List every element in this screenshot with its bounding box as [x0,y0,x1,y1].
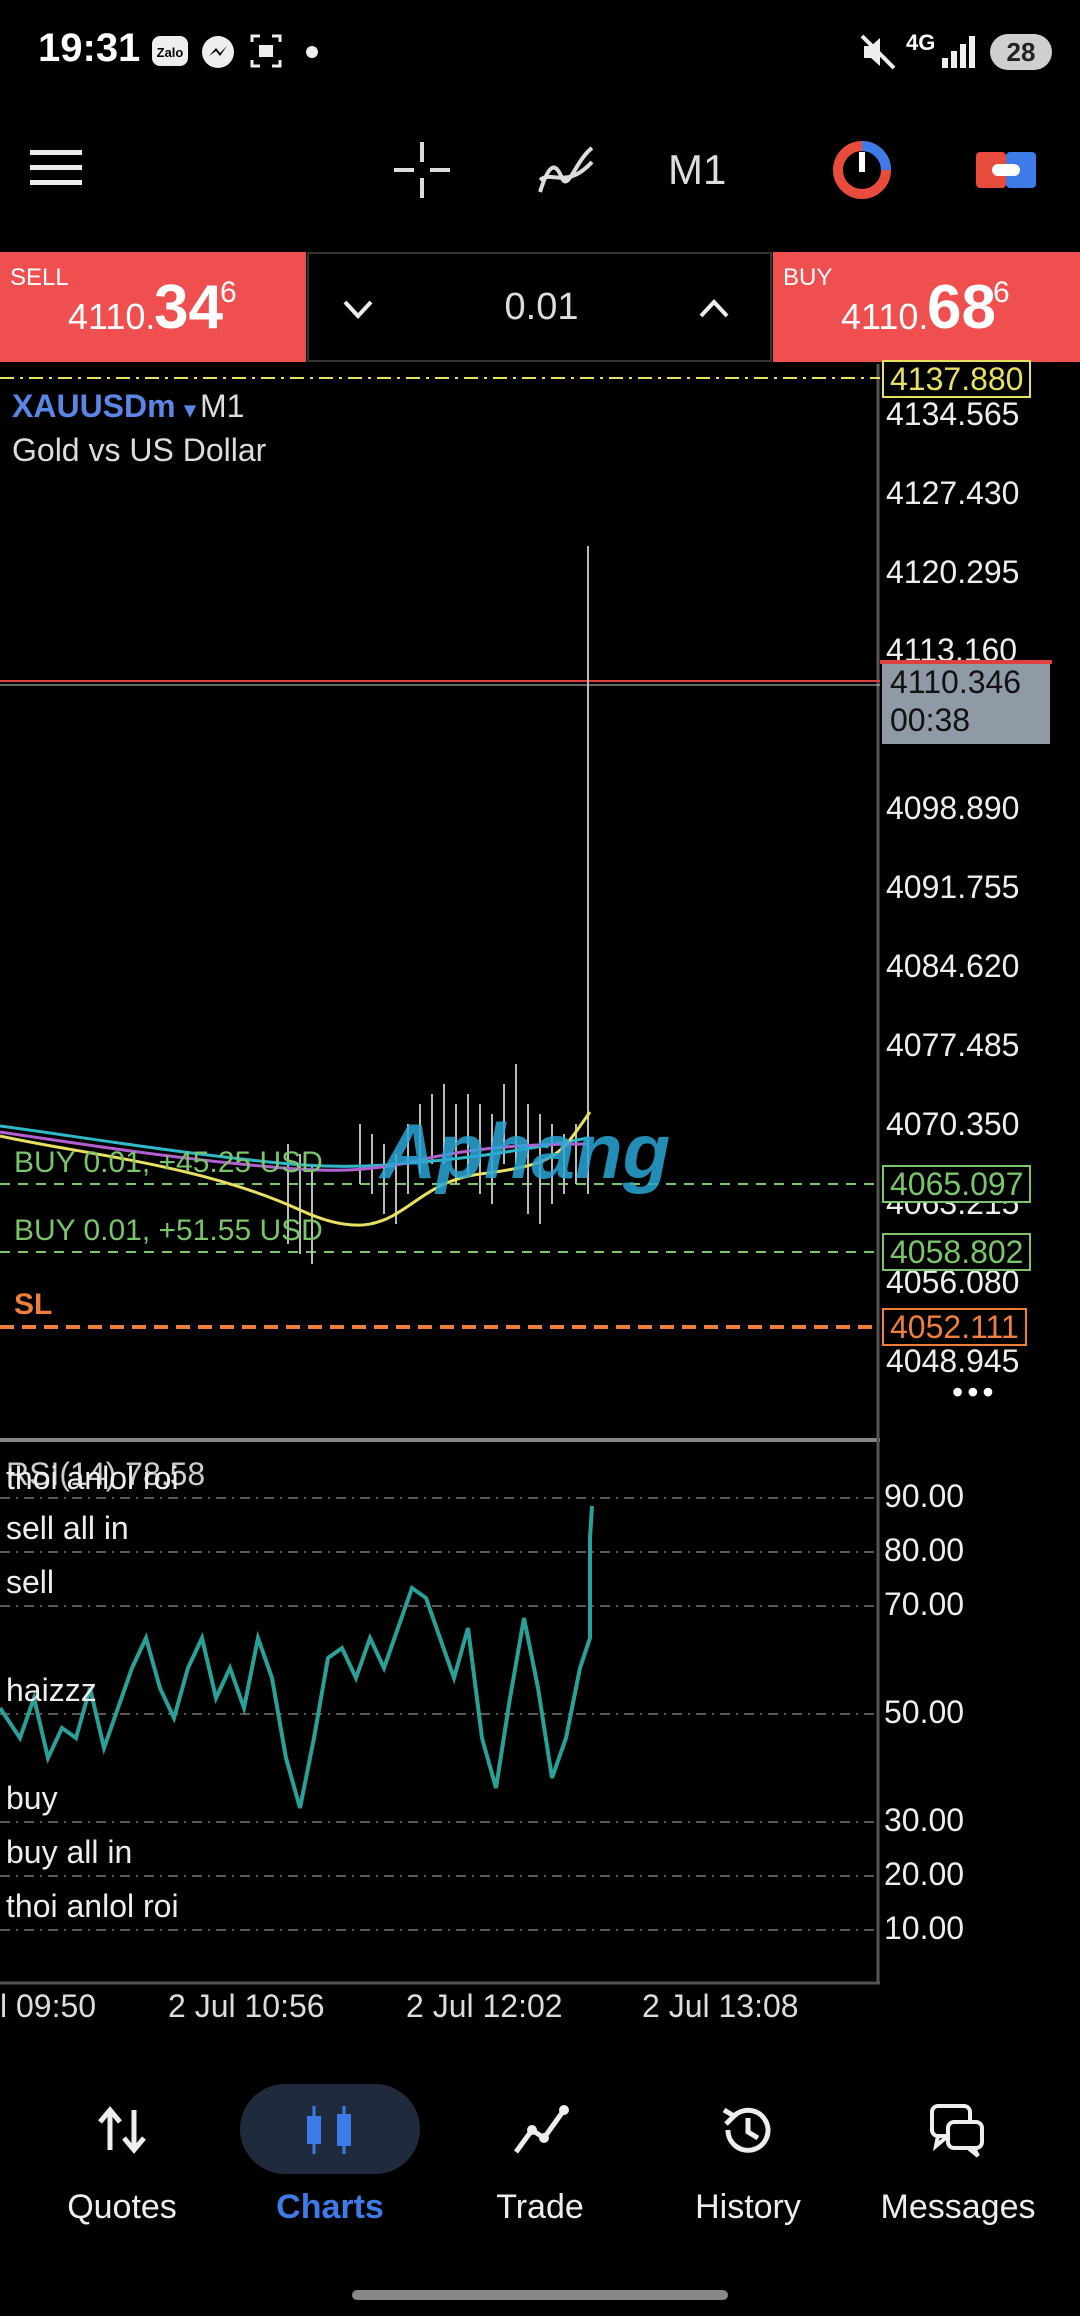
candles-icon [300,2100,360,2160]
nav-label: Quotes [67,2188,177,2226]
main-chart[interactable]: Aphang XAUUSDm ▾ M1 Gold vs US Dollar 41… [0,360,1080,1444]
stop-loss-tag: 4052.111 [882,1308,1027,1346]
nav-messages[interactable]: Messages [850,2060,1066,2250]
rsi-panel[interactable]: RSI(14) 78.58 thoi anlol roi sell all in… [0,1438,1080,1988]
symbol-name[interactable]: XAUUSDm ▾ [12,388,196,425]
rsi-level-tick: 20.00 [884,1856,965,1892]
symbol-caret-icon: ▾ [184,397,196,422]
price-tick: 4084.620 [886,948,1020,984]
price-tick: 4134.565 [886,396,1020,432]
buy-price-sup: 6 [993,276,1010,309]
status-time: 19:31 [38,26,141,70]
nav-charts[interactable]: Charts [222,2060,438,2250]
home-indicator[interactable] [352,2290,728,2300]
lot-size-panel: 0.01 [307,252,772,362]
order-price-tag: 4058.802 [882,1233,1032,1271]
nav-trade[interactable]: Trade [432,2060,648,2250]
price-tick: 4120.295 [886,554,1020,590]
rsi-note: thoi anlol roi [6,1460,179,1496]
time-tick: 2 Jul 10:56 [168,1988,325,2024]
time-tick: l 09:50 [0,1988,97,2024]
nav-history[interactable]: History [640,2060,856,2250]
messages-icon [928,2100,988,2160]
nav-label: Charts [276,2188,384,2226]
timeframe-button[interactable]: M1 [668,146,726,194]
rsi-note: thoi anlol roi [6,1888,179,1924]
symbol-timeframe: M1 [200,388,245,424]
order-label[interactable]: BUY 0.01, +45.25 USD [14,1146,323,1180]
nav-label: History [695,2188,801,2226]
rsi-level-tick: 10.00 [884,1910,965,1946]
crosshair-icon[interactable] [392,140,452,200]
price-tick: 4127.430 [886,475,1020,511]
rsi-note: sell [6,1564,55,1600]
order-price-tag: 4065.097 [882,1165,1032,1203]
sell-price-main: 4110. [68,296,156,337]
price-marker [880,660,1052,664]
rsi-level-tick: 90.00 [884,1478,965,1514]
history-icon [718,2100,778,2160]
price-tick: 4070.350 [886,1106,1020,1142]
symbol-description: Gold vs US Dollar [12,432,267,468]
screenshot-icon [246,30,286,74]
price-tick: 4091.755 [886,869,1020,905]
one-click-trading-icon[interactable] [830,138,894,202]
trade-toggle-icon[interactable] [976,146,1036,194]
signal-icon [940,30,980,74]
time-tick: 2 Jul 13:08 [642,1988,799,2024]
watermark-text: Aphang [378,1107,670,1195]
rsi-note: sell all in [6,1510,129,1546]
battery-indicator: 28 [990,34,1052,70]
rsi-note: haizzz [6,1672,97,1708]
arrows-updown-icon [92,2100,152,2160]
menu-icon[interactable] [30,146,82,190]
status-bar: 19:31 Zalo 4G 28 [0,0,1080,110]
sell-label: SELL [10,264,69,291]
zalo-notification-icon: Zalo [150,30,190,74]
trend-icon [510,2100,570,2160]
sell-button[interactable]: SELL 4110. 34 6 [0,252,306,362]
order-label[interactable]: BUY 0.01, +51.55 USD [14,1214,323,1248]
bar-countdown: 00:38 [890,702,971,738]
price-tick: 4077.485 [886,1027,1020,1063]
stop-loss-label[interactable]: SL [14,1288,52,1322]
rsi-level-tick: 70.00 [884,1586,965,1622]
symbol-ticker: XAUUSDm [12,388,176,424]
rsi-level-tick: 30.00 [884,1802,965,1838]
buy-button[interactable]: BUY 4110. 68 6 [773,252,1080,362]
dot-icon [302,30,322,74]
nav-label: Messages [880,2188,1036,2226]
indicators-icon[interactable] [536,140,596,200]
messenger-notification-icon [198,30,238,74]
nav-label: Trade [496,2188,584,2226]
lot-increase-button[interactable] [689,284,739,334]
current-price-value: 4110.346 [890,664,1022,700]
buy-price-big: 68 [927,273,996,342]
rsi-note: buy [6,1780,58,1816]
sell-price-big: 34 [154,273,223,342]
mute-icon [858,30,898,74]
price-tick: 4098.890 [886,790,1020,826]
buy-label: BUY [783,264,833,291]
network-type: 4G [906,30,936,55]
nav-quotes[interactable]: Quotes [14,2060,230,2250]
more-icon[interactable]: ••• [952,1374,998,1411]
svg-text:Zalo: Zalo [157,45,184,60]
rsi-note: buy all in [6,1834,133,1870]
buy-price-main: 4110. [841,296,929,337]
rsi-level-tick: 80.00 [884,1532,965,1568]
sell-price-sup: 6 [220,276,237,309]
current-price-tag: 4110.346 00:38 [882,660,1050,744]
high-line-tag: 4137.880 [882,360,1032,398]
rsi-level-tick: 50.00 [884,1694,965,1730]
chart-toolbar [0,120,1080,230]
time-tick: 2 Jul 12:02 [406,1988,563,2024]
